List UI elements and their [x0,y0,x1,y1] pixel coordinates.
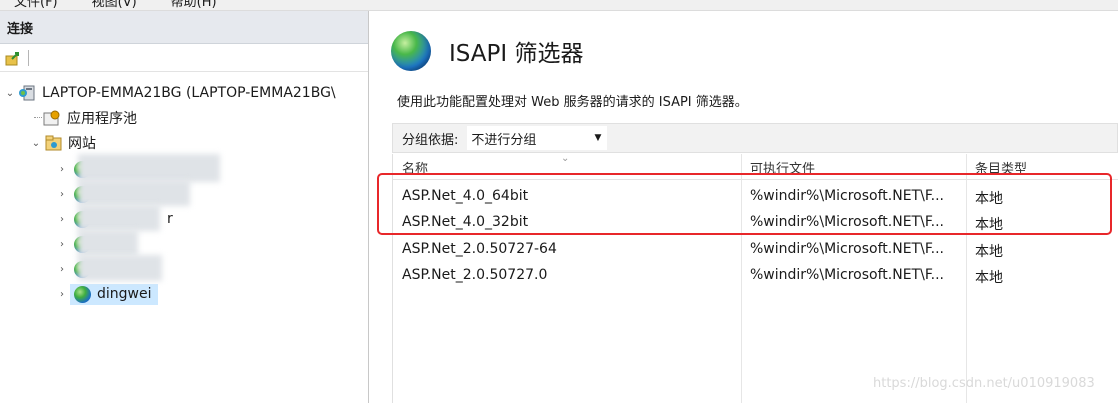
toolbar-separator [28,49,29,66]
filter-entry-type: 本地 [975,217,1003,233]
sort-caret-icon: ⌄ [561,153,570,164]
tree-node-site-selected[interactable]: › dingwei [56,283,158,305]
filters-table: 名称 ⌄ 可执行文件 条目类型 ASP.Net_4.0_64bit %windi… [392,153,1118,403]
feature-panel: ISAPI 筛选器 使用此功能配置处理对 Web 服务器的请求的 ISAPI 筛… [375,11,1118,403]
redacted-area [78,154,220,182]
group-by-label: 分组依据: [402,132,459,148]
table-row[interactable]: ASP.Net_2.0.50727.0 %windir%\Microsoft.N… [393,263,1118,289]
isapi-filters-icon [391,31,431,71]
filter-executable: %windir%\Microsoft.NET\F... [750,214,944,230]
filter-executable: %windir%\Microsoft.NET\F... [750,267,944,283]
app-pools-label: 应用程序池 [67,111,137,127]
tree-node-sites[interactable]: ⌄ 网站 [30,132,96,154]
connect-icon[interactable] [4,49,22,67]
menu-bar: 文件(F) 视图(V) 帮助(H) [0,0,1118,11]
connections-panel: 连接 ⌄ LAPTOP-EMMA21BG (LAPTOP-EMMA21BG\ 应… [0,11,369,403]
filter-entry-type: 本地 [975,244,1003,260]
filter-entry-type: 本地 [975,191,1003,207]
group-by-bar: 分组依据: 不进行分组 ▼ [392,123,1118,153]
table-header: 名称 ⌄ 可执行文件 条目类型 [393,153,1118,180]
filter-name: ASP.Net_2.0.50727-64 [402,241,557,257]
filter-name: ASP.Net_2.0.50727.0 [402,267,548,283]
chevron-right-icon[interactable]: › [56,163,68,175]
chevron-right-icon[interactable]: › [56,288,68,300]
redacted-area [78,205,160,231]
table-row[interactable]: ASP.Net_4.0_64bit %windir%\Microsoft.NET… [393,184,1118,210]
filter-entry-type: 本地 [975,270,1003,286]
filter-name: ASP.Net_4.0_64bit [402,188,529,204]
sites-label: 网站 [68,136,96,152]
chevron-right-icon[interactable]: › [56,188,68,200]
chevron-right-icon[interactable]: › [56,263,68,275]
column-header-executable[interactable]: 可执行文件 [750,158,815,177]
server-label: LAPTOP-EMMA21BG (LAPTOP-EMMA21BG\ [42,85,336,101]
dropdown-arrow-icon[interactable]: ▼ [594,133,601,143]
selected-site-label: dingwei [97,286,152,302]
chevron-down-icon[interactable]: ⌄ [30,137,42,149]
chevron-right-icon[interactable]: › [56,213,68,225]
tree-node-server[interactable]: ⌄ LAPTOP-EMMA21BG (LAPTOP-EMMA21BG\ [4,82,336,104]
menu-file[interactable]: 文件(F) [14,0,58,10]
chevron-right-icon[interactable]: › [56,238,68,250]
table-row[interactable]: ASP.Net_4.0_32bit %windir%\Microsoft.NET… [393,210,1118,236]
filter-name: ASP.Net_4.0_32bit [402,214,529,230]
connections-header: 连接 [0,11,368,44]
site-name-fragment: r [167,211,173,227]
page-title: ISAPI 筛选器 [449,41,584,67]
group-by-value: 不进行分组 [471,132,537,148]
filter-executable: %windir%\Microsoft.NET\F... [750,188,944,204]
watermark-text: https://blog.csdn.net/u010919083 [873,376,1095,391]
feature-description: 使用此功能配置处理对 Web 服务器的请求的 ISAPI 筛选器。 [397,95,748,110]
redacted-area [78,255,162,281]
sites-folder-icon [45,135,62,151]
filter-executable: %windir%\Microsoft.NET\F... [750,241,944,257]
connections-toolbar [0,44,368,72]
app-pool-icon [43,110,60,126]
menu-view[interactable]: 视图(V) [92,0,137,10]
column-header-name[interactable]: 名称 [402,158,428,177]
feature-title-row: ISAPI 筛选器 [391,31,584,71]
table-row[interactable]: ASP.Net_2.0.50727-64 %windir%\Microsoft.… [393,237,1118,263]
redacted-area [78,230,138,256]
site-globe-icon [74,285,91,303]
menu-help[interactable]: 帮助(H) [171,0,217,10]
redacted-area [78,180,190,206]
group-by-select[interactable]: 不进行分组 ▼ [466,125,609,151]
server-icon [19,85,35,101]
selected-site-highlight[interactable]: dingwei [70,283,158,305]
tree-node-app-pools[interactable]: 应用程序池 [34,107,137,129]
column-header-entry-type[interactable]: 条目类型 [975,158,1027,177]
chevron-down-icon[interactable]: ⌄ [4,87,16,99]
